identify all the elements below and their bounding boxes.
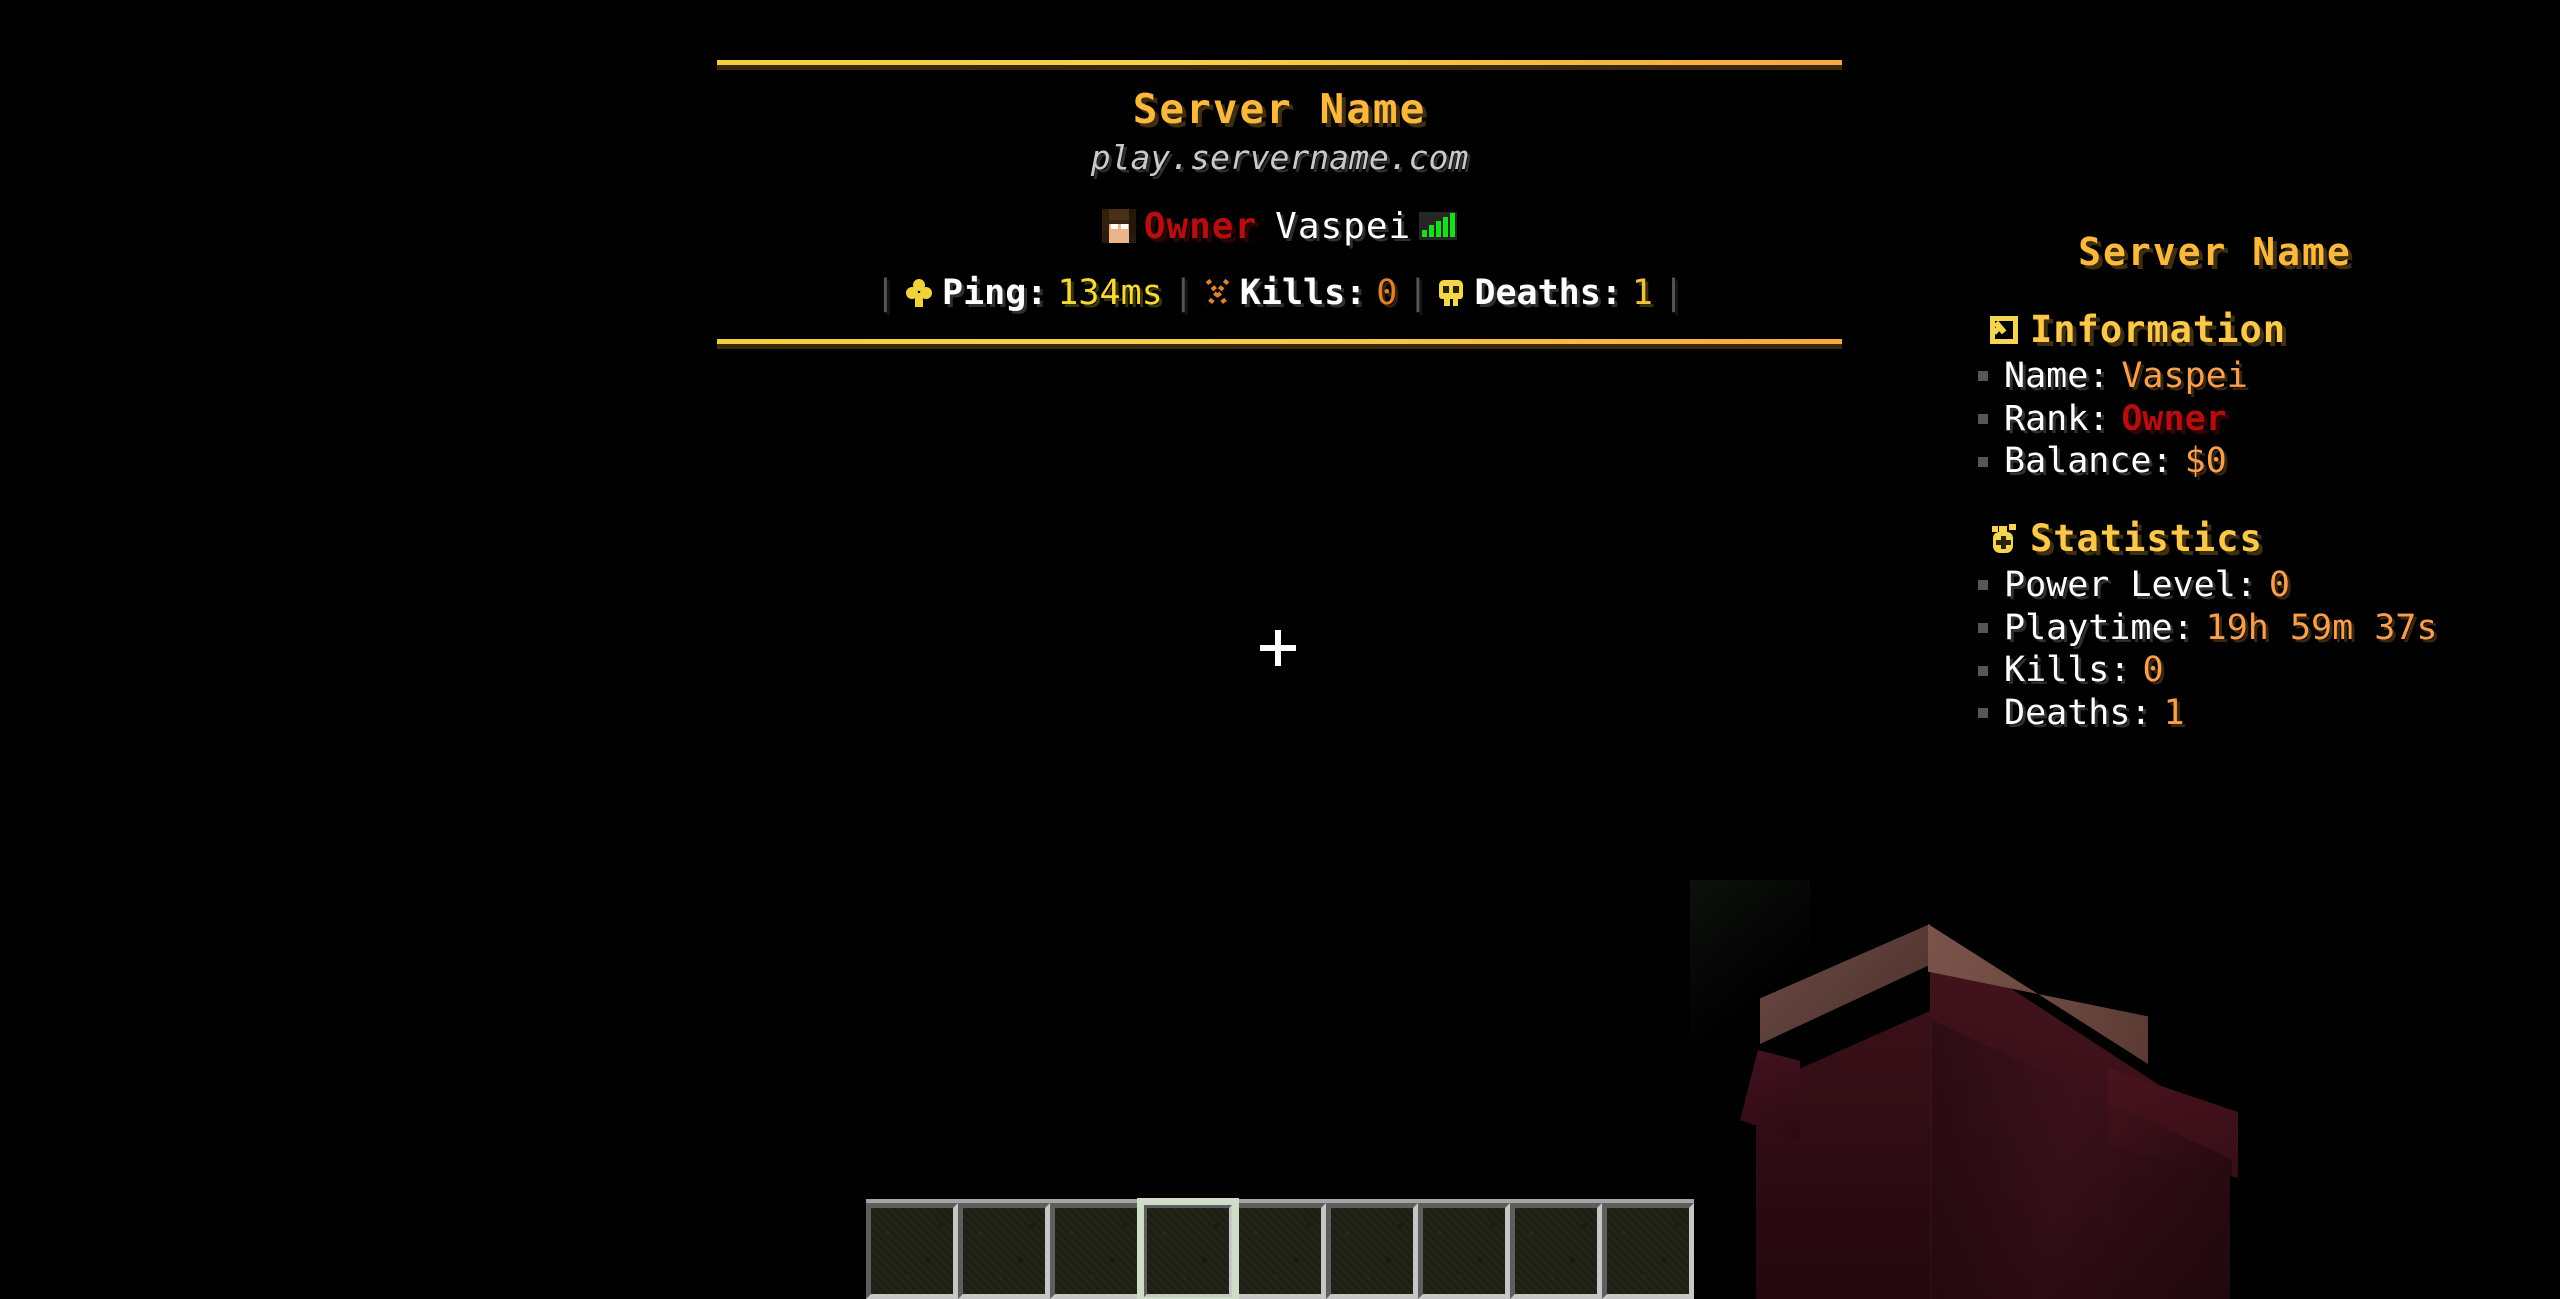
bullet-icon	[1978, 456, 1988, 467]
name-value: Vaspei	[2121, 356, 2248, 396]
stats-separator-right: |	[1662, 273, 1685, 314]
scoreboard-row-balance: Balance: $0	[1972, 440, 2560, 483]
player-name: Vaspei	[1275, 205, 1412, 247]
crosshair-plus-icon	[1260, 630, 1296, 666]
crosshair-vertical	[1275, 630, 1281, 666]
balance-label: Balance:	[2004, 441, 2173, 482]
stats-separator-left: |	[874, 273, 896, 314]
bullet-icon	[1978, 580, 1988, 591]
crossed-swords-icon	[1204, 278, 1230, 308]
stats-separator-2: |	[1407, 273, 1429, 314]
scoreboard: Server Name Information Name: Vaspei Ran…	[1960, 230, 2560, 749]
hotbar-slot-6[interactable]	[1326, 1203, 1418, 1299]
signal-bars-icon	[1419, 212, 1458, 241]
deaths-label: Deaths:	[1474, 273, 1622, 314]
bullet-icon	[1978, 623, 1988, 634]
hotbar-slot-2[interactable]	[958, 1203, 1050, 1299]
scoreboard-title: Server Name	[2078, 230, 2352, 274]
scoreboard-section-statistics: Statistics Power Level: 0 Playtime: 19h …	[1960, 517, 2560, 735]
power-level-value: 0	[2268, 565, 2290, 606]
flask-icon	[1990, 523, 2018, 554]
playtime-value: 19h 59m 37s	[2205, 607, 2438, 648]
slot-texture	[871, 1208, 953, 1294]
scoreboard-row-name: Name: Vaspei	[1972, 355, 2560, 398]
scoreboard-section-information: Information Name: Vaspei Rank: Owner Bal…	[1960, 308, 2560, 483]
checkbox-icon	[1990, 315, 2018, 344]
bullet-icon	[1978, 371, 1988, 382]
power-level-label: Power Level:	[2004, 565, 2257, 606]
slot-texture	[1515, 1208, 1597, 1294]
hotbar-slot-1[interactable]	[866, 1203, 958, 1299]
information-heading-label: Information	[2030, 308, 2287, 351]
scoreboard-row-deaths: Deaths: 1	[1972, 692, 2560, 735]
player-head-icon	[1101, 209, 1136, 244]
tab-list-stats-row: | Ping: 134ms | Kills: 0 | Deaths: 1 |	[717, 273, 1842, 313]
name-label: Name:	[2004, 356, 2110, 396]
skull-icon	[1438, 279, 1464, 307]
club-cross-icon	[906, 279, 932, 308]
bullet-icon	[1978, 665, 1988, 676]
game-viewport: Server Name play.servername.com Owner Va…	[0, 0, 2560, 1299]
hotbar-slot-3[interactable]	[1050, 1203, 1142, 1299]
slot-texture	[1423, 1208, 1505, 1294]
scoreboard-row-playtime: Playtime: 19h 59m 37s	[1972, 607, 2560, 650]
hotbar-slot-8[interactable]	[1510, 1203, 1602, 1299]
bullet-icon	[1978, 414, 1988, 425]
rank-label: Rank:	[2004, 398, 2110, 439]
tab-list-body: Server Name play.servername.com Owner Va…	[717, 65, 1842, 339]
rank-value: Owner	[2121, 398, 2227, 439]
pillar-left-face	[1756, 1010, 1932, 1299]
slot-texture	[1147, 1208, 1229, 1294]
hotbar[interactable]	[866, 1198, 1694, 1299]
balance-value: $0	[2184, 441, 2227, 482]
hotbar-slot-4[interactable]	[1137, 1198, 1239, 1299]
deaths-value: 1	[1631, 273, 1653, 314]
playtime-label: Playtime:	[2004, 607, 2194, 648]
bullet-icon	[1978, 708, 1988, 719]
scoreboard-statistics-heading: Statistics	[1990, 517, 2560, 560]
scoreboard-row-kills: Kills: 0	[1972, 649, 2560, 692]
kills-label: Kills:	[1239, 273, 1367, 314]
scoreboard-information-heading: Information	[1990, 308, 2560, 351]
kills-value: 0	[1376, 273, 1398, 314]
stats-kills-label: Kills:	[2004, 650, 2131, 691]
stats-deaths-value: 1	[2163, 693, 2185, 734]
player-rank-badge: Owner	[1143, 205, 1258, 247]
hotbar-slot-7[interactable]	[1418, 1203, 1510, 1299]
slot-texture	[963, 1208, 1045, 1294]
slot-texture	[1239, 1208, 1321, 1294]
pillar-notch	[1740, 1050, 1800, 1140]
tab-list-player-row[interactable]: Owner Vaspei	[717, 205, 1842, 247]
hotbar-slot-5[interactable]	[1234, 1203, 1326, 1299]
scoreboard-row-rank: Rank: Owner	[1972, 398, 2560, 441]
stats-deaths-label: Deaths:	[2004, 693, 2152, 734]
stats-kills-value: 0	[2142, 650, 2164, 691]
tab-list-overlay: Server Name play.servername.com Owner Va…	[717, 60, 1842, 345]
scoreboard-row-power-level: Power Level: 0	[1972, 564, 2560, 607]
ping-value: 134ms	[1057, 273, 1163, 314]
statistics-heading-label: Statistics	[2030, 517, 2263, 561]
slot-texture	[1331, 1208, 1413, 1294]
tab-list-server-name: Server Name	[1132, 85, 1427, 133]
nether-brick-pillar	[1700, 900, 2260, 1299]
hotbar-slot-9[interactable]	[1602, 1203, 1694, 1299]
stats-separator-1: |	[1172, 273, 1194, 314]
slot-texture	[1607, 1208, 1689, 1294]
tab-list-bottom-separator	[717, 339, 1842, 345]
slot-texture	[1055, 1208, 1137, 1294]
tab-list-server-address: play.servername.com	[1090, 138, 1469, 178]
ping-label: Ping:	[942, 273, 1048, 314]
